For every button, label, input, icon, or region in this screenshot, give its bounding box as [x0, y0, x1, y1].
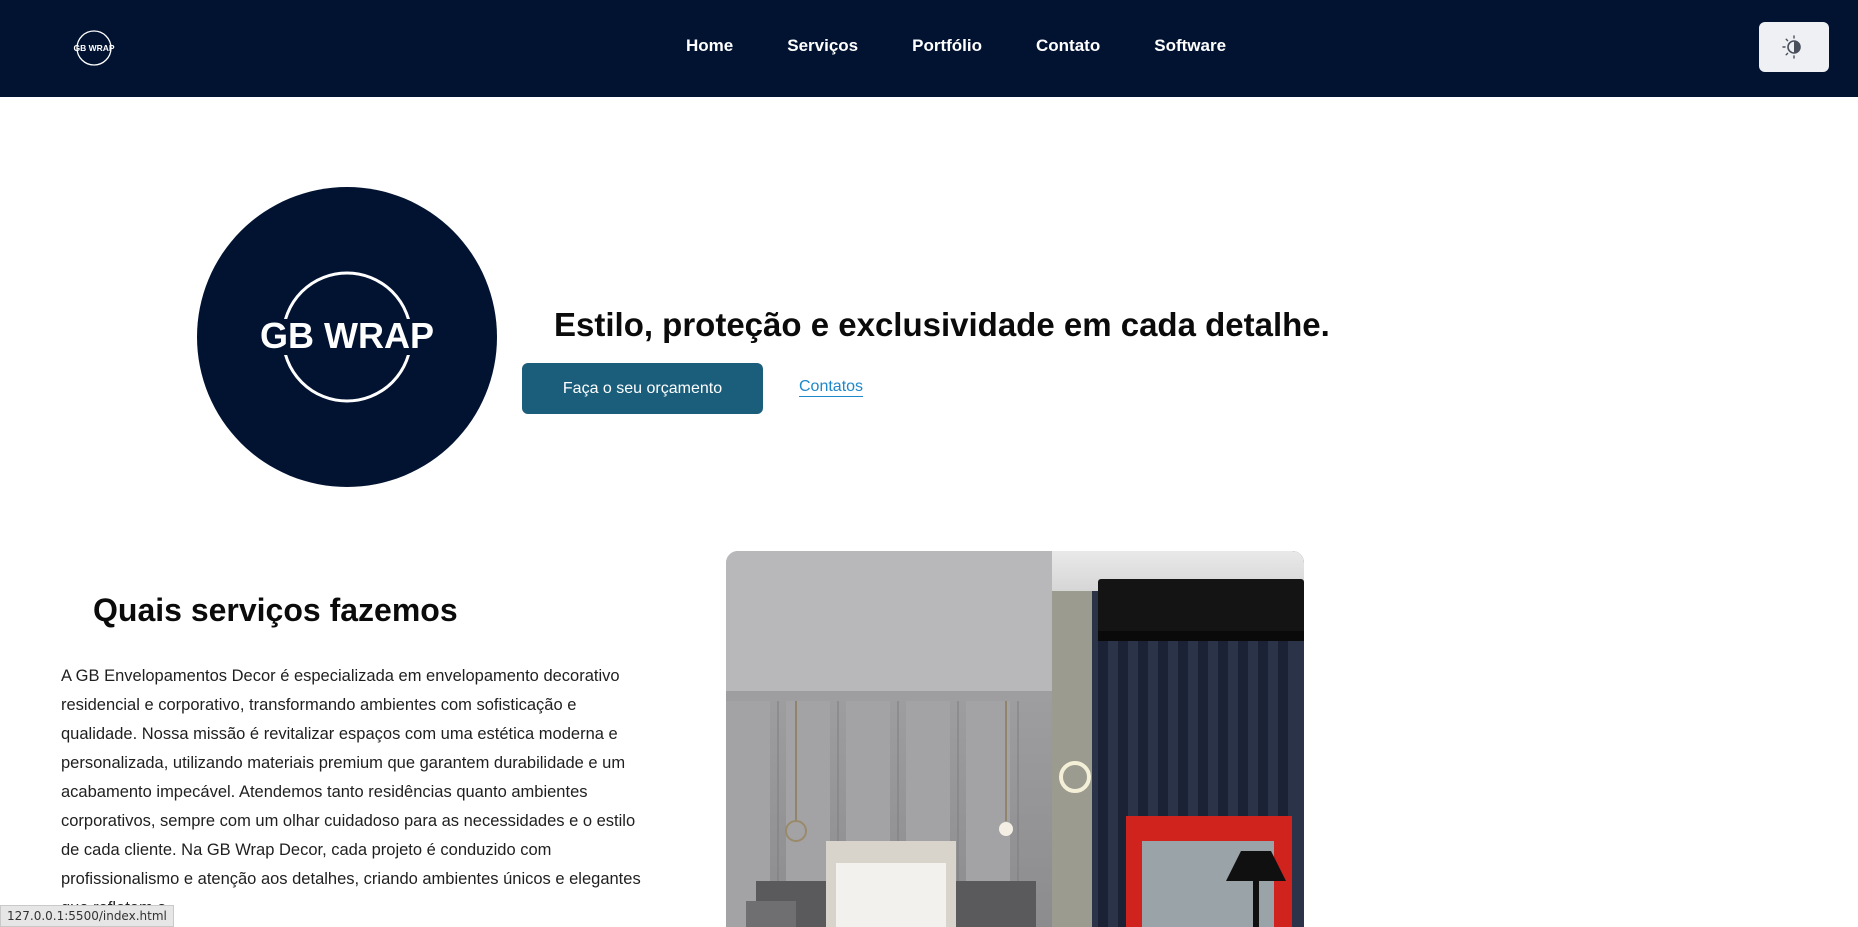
hero-logo: GB WRAP	[197, 187, 497, 487]
logo-emblem-icon: GB WRAP	[73, 30, 115, 66]
top-navbar: GB WRAP Home Serviços Portfólio Contato …	[0, 0, 1858, 97]
services-description: A GB Envelopamentos Decor é especializad…	[61, 667, 641, 917]
nav-link-servicos[interactable]: Serviços	[787, 36, 858, 56]
main-nav: Home Serviços Portfólio Contato Software	[686, 36, 1226, 56]
services-title: Quais serviços fazemos	[93, 592, 458, 628]
nav-logo[interactable]: GB WRAP	[72, 26, 116, 70]
theme-toggle-button[interactable]	[1759, 22, 1829, 72]
hero-title: Estilo, proteção e exclusividade em cada…	[554, 306, 1330, 343]
hero-logo-emblem: GB WRAP	[259, 271, 435, 403]
quote-button[interactable]: Faça o seu orçamento	[522, 363, 763, 414]
contacts-link[interactable]: Contatos	[799, 378, 863, 396]
bedroom-photo-illustration	[726, 551, 1304, 927]
nav-link-software[interactable]: Software	[1154, 36, 1226, 56]
nav-logo-text: GB WRAP	[73, 43, 114, 53]
nav-link-portfolio[interactable]: Portfólio	[912, 36, 982, 56]
theme-toggle-icon	[1782, 35, 1801, 59]
nav-link-home[interactable]: Home	[686, 36, 733, 56]
browser-status-url: 127.0.0.1:5500/index.html	[0, 905, 174, 927]
nav-link-contato[interactable]: Contato	[1036, 36, 1100, 56]
services-photo	[726, 551, 1304, 927]
hero-logo-text: GB WRAP	[260, 315, 434, 356]
